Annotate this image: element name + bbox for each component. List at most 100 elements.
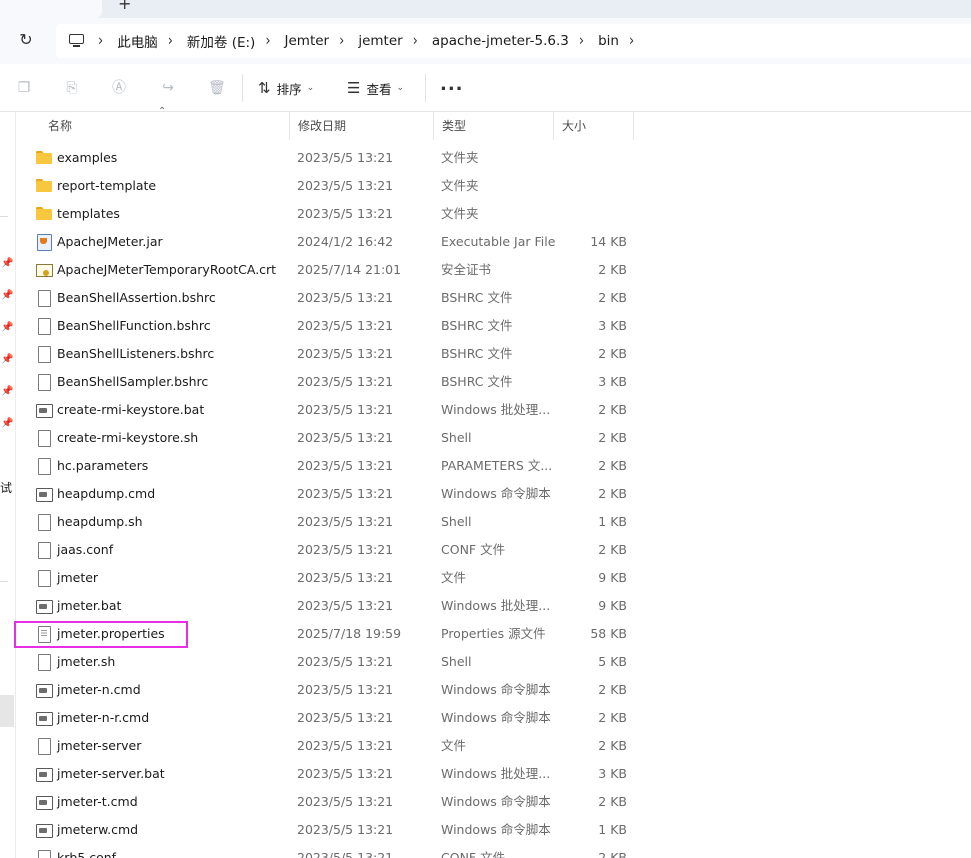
certificate-icon	[36, 262, 53, 278]
breadcrumb-jemter-folder[interactable]: Jemter	[285, 33, 330, 49]
file-name: ApacheJMeter.jar	[57, 234, 163, 249]
file-name: heapdump.sh	[57, 514, 143, 529]
pin-icon[interactable]: 📌	[1, 354, 13, 366]
column-modified[interactable]: 修改日期	[290, 112, 434, 140]
file-row[interactable]: hc.parameters 2023/5/5 13:21 PARAMETERS 文.…	[16, 452, 971, 480]
chevron-right-icon[interactable]: ›	[339, 32, 344, 50]
file-type: 文件夹	[441, 206, 479, 221]
file-size: 2 KB	[598, 290, 627, 305]
script-icon	[36, 822, 53, 838]
file-type: 文件夹	[441, 150, 479, 165]
script-icon	[36, 486, 53, 502]
chevron-right-icon[interactable]: ›	[629, 32, 634, 50]
rename-icon[interactable]: Ⓐ	[111, 80, 127, 96]
chevron-down-icon: ⌄	[306, 83, 315, 93]
file-row[interactable]: BeanShellFunction.bshrc 2023/5/5 13:21 BSH…	[16, 312, 971, 340]
file-row[interactable]: heapdump.sh 2023/5/5 13:21 Shell 1 KB	[16, 508, 971, 536]
file-type: 文件夹	[441, 178, 479, 193]
file-icon	[36, 570, 52, 587]
breadcrumb-jemter-subfolder[interactable]: jemter	[358, 33, 402, 49]
file-row[interactable]: jmeter-n-r.cmd 2023/5/5 13:21 Windows 命令脚本…	[16, 704, 971, 732]
file-modified-date: 2023/5/5 13:21	[297, 290, 394, 305]
file-row[interactable]: ApacheJMeter.jar 2024/1/2 16:42 Executable…	[16, 228, 971, 256]
breadcrumb-bin[interactable]: bin	[598, 33, 619, 49]
file-row[interactable]: jmeter-server.bat 2023/5/5 13:21 Windows 批…	[16, 760, 971, 788]
pin-icon[interactable]: 📌	[1, 418, 13, 430]
file-row[interactable]: create-rmi-keystore.sh 2023/5/5 13:21 Shel…	[16, 424, 971, 452]
file-row[interactable]: heapdump.cmd 2023/5/5 13:21 Windows 命令脚本 2 …	[16, 480, 971, 508]
nav-item-fragment[interactable]: 试	[0, 479, 12, 496]
file-name: BeanShellFunction.bshrc	[57, 318, 211, 333]
folder-icon	[36, 178, 52, 194]
file-modified-date: 2023/5/5 13:21	[297, 318, 394, 333]
file-size: 9 KB	[598, 598, 627, 613]
sort-button[interactable]: ⇅ 排序 ⌄	[258, 78, 314, 98]
file-size: 2 KB	[598, 682, 627, 697]
copy-icon[interactable]: ❐	[16, 80, 32, 96]
paste-icon[interactable]: ⎘	[64, 80, 80, 96]
column-size[interactable]: 大小	[554, 112, 634, 140]
pin-icon[interactable]: 📌	[1, 290, 13, 302]
breadcrumb: › 此电脑 › 新加卷 (E:) › Jemter › jemter › apa…	[68, 24, 648, 58]
chevron-right-icon[interactable]: ›	[98, 32, 103, 50]
file-size: 2 KB	[598, 346, 627, 361]
script-icon	[36, 402, 53, 418]
chevron-right-icon[interactable]: ›	[265, 32, 270, 50]
file-row[interactable]: ApacheJMeterTemporaryRootCA.crt 2025/7/14…	[16, 256, 971, 284]
file-row[interactable]: jmeter 2023/5/5 13:21 文件 9 KB	[16, 564, 971, 592]
file-modified-date: 2023/5/5 13:21	[297, 710, 394, 725]
file-row[interactable]: jmeter.sh 2023/5/5 13:21 Shell 5 KB	[16, 648, 971, 676]
tab-strip: +	[0, 0, 971, 18]
sort-ascending-icon: ⌃	[158, 106, 167, 117]
file-row[interactable]: jmeterw.cmd 2023/5/5 13:21 Windows 命令脚本 1 K…	[16, 816, 971, 844]
file-row[interactable]: create-rmi-keystore.bat 2023/5/5 13:21 Win…	[16, 396, 971, 424]
file-row[interactable]: BeanShellSampler.bshrc 2023/5/5 13:21 BSHR…	[16, 368, 971, 396]
file-modified-date: 2023/5/5 13:21	[297, 402, 394, 417]
view-icon: ☰	[347, 79, 361, 97]
pin-icon[interactable]: 📌	[1, 386, 13, 398]
file-row[interactable]: jmeter-t.cmd 2023/5/5 13:21 Windows 命令脚本 2 …	[16, 788, 971, 816]
file-row[interactable]: jmeter-server 2023/5/5 13:21 文件 2 KB	[16, 732, 971, 760]
file-name: create-rmi-keystore.bat	[57, 402, 205, 417]
file-size: 2 KB	[598, 262, 627, 277]
computer-icon[interactable]	[68, 32, 86, 50]
file-modified-date: 2023/5/5 13:21	[297, 850, 394, 858]
breadcrumb-drive-e[interactable]: 新加卷 (E:)	[187, 31, 255, 51]
file-name: ApacheJMeterTemporaryRootCA.crt	[57, 262, 277, 277]
pin-icon[interactable]: 📌	[1, 322, 13, 334]
file-modified-date: 2025/7/14 21:01	[297, 262, 402, 277]
nav-item-selected[interactable]	[0, 695, 14, 727]
file-icon	[36, 738, 52, 755]
new-tab-button[interactable]: +	[118, 0, 131, 13]
file-row[interactable]: jaas.conf 2023/5/5 13:21 CONF 文件 2 KB	[16, 536, 971, 564]
selection-highlight-box	[14, 621, 188, 648]
breadcrumb-apache-jmeter[interactable]: apache-jmeter-5.6.3	[432, 33, 569, 49]
file-row[interactable]: krb5.conf 2023/5/5 13:21 CONF 文件 2 KB	[16, 844, 971, 858]
file-icon	[36, 318, 52, 335]
chevron-right-icon[interactable]: ›	[413, 32, 418, 50]
address-bar[interactable]: › 此电脑 › 新加卷 (E:) › Jemter › jemter › apa…	[56, 24, 971, 58]
file-row[interactable]: report-template 2023/5/5 13:21 文件夹	[16, 172, 971, 200]
file-type: 文件	[441, 570, 467, 585]
chevron-right-icon[interactable]: ›	[168, 32, 173, 50]
file-row[interactable]: BeanShellAssertion.bshrc 2023/5/5 13:21 BS…	[16, 284, 971, 312]
file-row[interactable]: templates 2023/5/5 13:21 文件夹	[16, 200, 971, 228]
active-tab-edge[interactable]	[0, 0, 102, 18]
file-row[interactable]: BeanShellListeners.bshrc 2023/5/5 13:21 BS…	[16, 340, 971, 368]
more-options-button[interactable]: ...	[440, 74, 464, 95]
file-type: Shell	[441, 430, 472, 445]
file-row[interactable]: jmeter-n.cmd 2023/5/5 13:21 Windows 命令脚本 2 …	[16, 676, 971, 704]
view-button[interactable]: ☰ 查看 ⌄	[347, 78, 404, 98]
share-icon[interactable]: ↪	[160, 80, 176, 96]
file-row[interactable]: jmeter.bat 2023/5/5 13:21 Windows 批处理... 9 …	[16, 592, 971, 620]
file-size: 2 KB	[598, 710, 627, 725]
column-type[interactable]: 类型	[434, 112, 554, 140]
chevron-right-icon[interactable]: ›	[579, 32, 584, 50]
folder-icon	[36, 150, 52, 166]
refresh-icon[interactable]: ↻	[16, 30, 36, 50]
pin-icon[interactable]: 📌	[1, 258, 13, 270]
breadcrumb-this-pc[interactable]: 此电脑	[117, 31, 158, 51]
file-name: hc.parameters	[57, 458, 149, 473]
delete-icon[interactable]: 🗑	[208, 80, 226, 96]
file-row[interactable]: examples 2023/5/5 13:21 文件夹	[16, 144, 971, 172]
